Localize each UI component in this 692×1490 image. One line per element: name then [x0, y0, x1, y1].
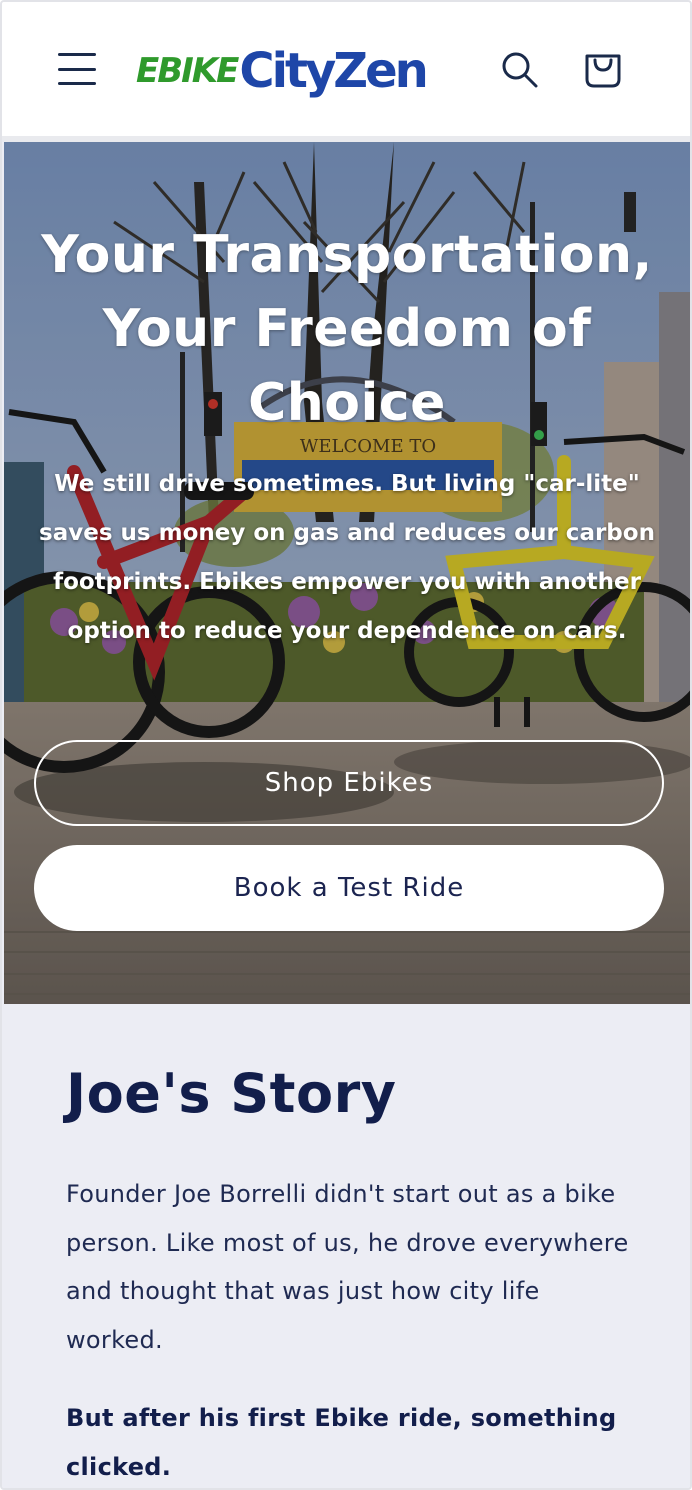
page: EBIKE CityZen WELCOME TO Your Transporta… [0, 0, 692, 1490]
logo-cityzen-text: CityZen [239, 43, 428, 99]
site-header: EBIKE CityZen [2, 2, 690, 136]
shop-ebikes-button[interactable]: Shop Ebikes [34, 740, 664, 826]
story-heading: Joe's Story [66, 1062, 397, 1125]
shopping-bag-icon[interactable] [582, 48, 624, 90]
hamburger-menu-icon[interactable] [56, 50, 98, 88]
hero-description: We still drive sometimes. But living "ca… [39, 471, 655, 644]
hero-title: Your Transportation, Your Freedom of Cho… [41, 225, 653, 433]
story-paragraph: Founder Joe Borrelli didn't start out as… [66, 1180, 629, 1354]
site-logo[interactable]: EBIKE CityZen [136, 36, 429, 106]
hero-banner: WELCOME TO Your Transportation, Your Fre… [4, 142, 690, 1004]
search-icon[interactable] [500, 50, 540, 90]
joes-story-section: Joe's Story Founder Joe Borrelli didn't … [2, 1004, 690, 1488]
story-bold-paragraph: But after his first Ebike ride, somethin… [66, 1404, 617, 1481]
logo-ebike-text: EBIKE [136, 51, 239, 91]
book-test-ride-button[interactable]: Book a Test Ride [34, 845, 664, 931]
